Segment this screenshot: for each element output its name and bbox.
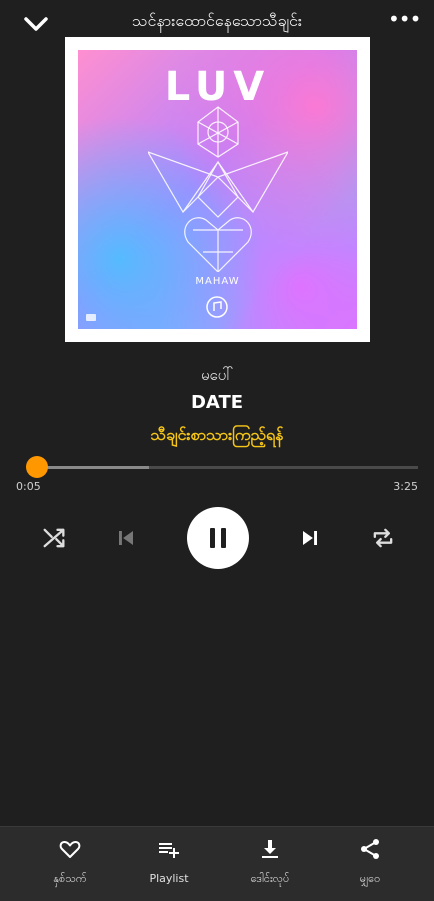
favorite-label: နှစ်သက် [53, 872, 87, 885]
header: သင်နားထောင်နေသောသီချင်း ••• [0, 0, 434, 40]
skip-next-icon[interactable] [296, 524, 324, 552]
album-art-frame: LUV MAHAW [65, 37, 370, 342]
repeat-icon[interactable] [369, 524, 397, 552]
download-label: ဒေါင်းလုပ် [250, 872, 290, 885]
track-title: DATE [190, 392, 244, 413]
pause-icon-right [221, 528, 226, 548]
badge-icon [86, 314, 96, 321]
playlist-add-icon [159, 843, 179, 858]
page-title: သင်နားထောင်နေသောသီချင်း [132, 11, 302, 30]
heart-icon [59, 841, 81, 858]
share-label: မျှဝေ [359, 872, 381, 885]
total-time: 3:25 [393, 480, 418, 493]
skip-previous-icon[interactable] [112, 524, 140, 552]
view-lyrics-link[interactable]: သီချင်းစာသားကြည့်ရန် [0, 424, 434, 448]
album-art: LUV MAHAW [78, 50, 357, 329]
bottom-action-bar: နှစ်သက် Playlist ဒေါင်းလုပ် မျှဝေ [0, 826, 434, 901]
progress-bar[interactable] [28, 466, 418, 469]
pause-icon-left [210, 528, 215, 548]
playlist-label: Playlist [149, 872, 189, 885]
share-button[interactable]: မျှဝေ [327, 827, 413, 901]
current-time: 0:05 [16, 480, 41, 493]
progress-thumb[interactable] [26, 456, 49, 478]
shuffle-icon[interactable] [40, 524, 68, 552]
more-horizontal-icon[interactable]: ••• [388, 9, 421, 34]
share-icon [361, 839, 379, 859]
chevron-down-icon[interactable] [22, 12, 50, 36]
track-artist[interactable]: မပေါ် [0, 366, 434, 388]
add-to-playlist-button[interactable]: Playlist [126, 827, 212, 901]
pause-button[interactable] [187, 507, 249, 569]
download-icon [262, 840, 278, 858]
album-artist: MAHAW [195, 276, 240, 287]
label-logo-icon [206, 296, 228, 318]
download-button[interactable]: ဒေါင်းလုပ် [227, 827, 313, 901]
favorite-button[interactable]: နှစ်သက် [27, 827, 113, 901]
geometric-illustration [148, 106, 288, 272]
